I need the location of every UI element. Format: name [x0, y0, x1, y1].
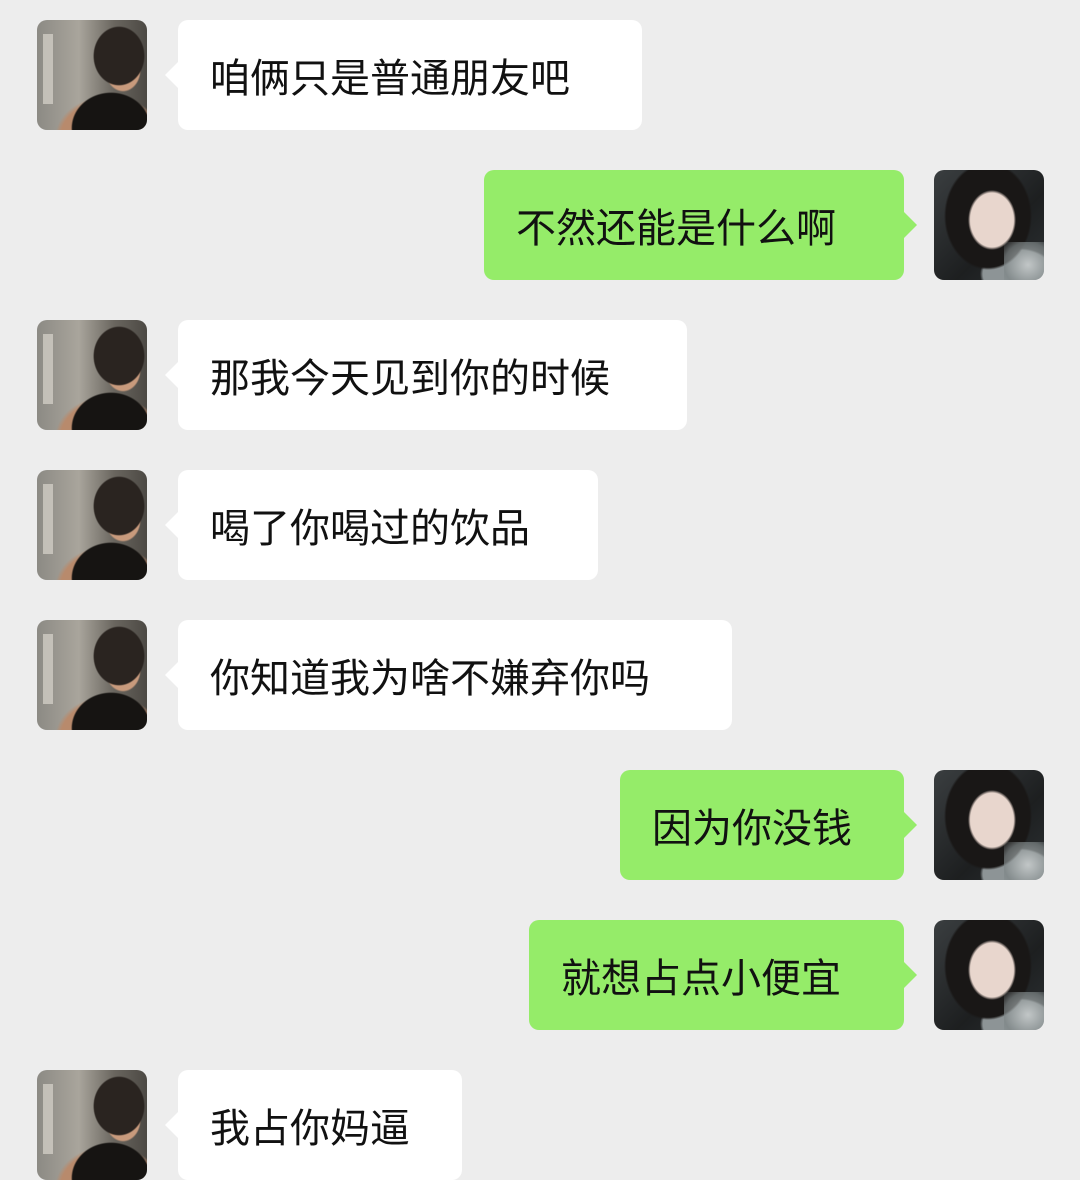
- message-bubble-incoming[interactable]: 你知道我为啥不嫌弃你吗: [165, 620, 732, 730]
- message-row-outgoing: 就想占点小便宜: [0, 920, 1080, 1030]
- self-avatar[interactable]: [934, 170, 1044, 280]
- message-text: 我占你妈逼: [210, 1106, 410, 1152]
- contact-avatar[interactable]: [37, 470, 147, 580]
- message-text: 你知道我为啥不嫌弃你吗: [210, 656, 650, 702]
- message-bubble-incoming[interactable]: 喝了你喝过的饮品: [165, 470, 598, 580]
- message-row-outgoing: 因为你没钱: [0, 770, 1080, 880]
- chat-message-list[interactable]: 咱俩只是普通朋友吧 不然还能是什么啊 那我今天见到你的时候 喝了你喝过的饮品 你…: [0, 0, 1080, 1180]
- message-row-incoming: 咱俩只是普通朋友吧: [0, 20, 1080, 130]
- contact-avatar[interactable]: [37, 1070, 147, 1180]
- message-text: 喝了你喝过的饮品: [210, 506, 530, 552]
- self-avatar[interactable]: [934, 920, 1044, 1030]
- message-bubble-incoming[interactable]: 那我今天见到你的时候: [165, 320, 687, 430]
- message-bubble-outgoing[interactable]: 因为你没钱: [620, 770, 917, 880]
- message-text: 不然还能是什么啊: [516, 206, 836, 252]
- message-row-incoming: 那我今天见到你的时候: [0, 320, 1080, 430]
- message-text: 就想占点小便宜: [561, 956, 841, 1002]
- message-bubble-incoming[interactable]: 咱俩只是普通朋友吧: [165, 20, 642, 130]
- message-row-incoming: 你知道我为啥不嫌弃你吗: [0, 620, 1080, 730]
- message-text: 那我今天见到你的时候: [210, 356, 610, 402]
- self-avatar[interactable]: [934, 770, 1044, 880]
- message-row-incoming: 我占你妈逼: [0, 1070, 1080, 1180]
- contact-avatar[interactable]: [37, 20, 147, 130]
- message-bubble-outgoing[interactable]: 就想占点小便宜: [529, 920, 917, 1030]
- contact-avatar[interactable]: [37, 320, 147, 430]
- message-text: 因为你没钱: [652, 806, 852, 852]
- message-row-outgoing: 不然还能是什么啊: [0, 170, 1080, 280]
- contact-avatar[interactable]: [37, 620, 147, 730]
- message-bubble-incoming[interactable]: 我占你妈逼: [165, 1070, 462, 1180]
- message-text: 咱俩只是普通朋友吧: [210, 56, 570, 102]
- message-row-incoming: 喝了你喝过的饮品: [0, 470, 1080, 580]
- message-bubble-outgoing[interactable]: 不然还能是什么啊: [484, 170, 917, 280]
